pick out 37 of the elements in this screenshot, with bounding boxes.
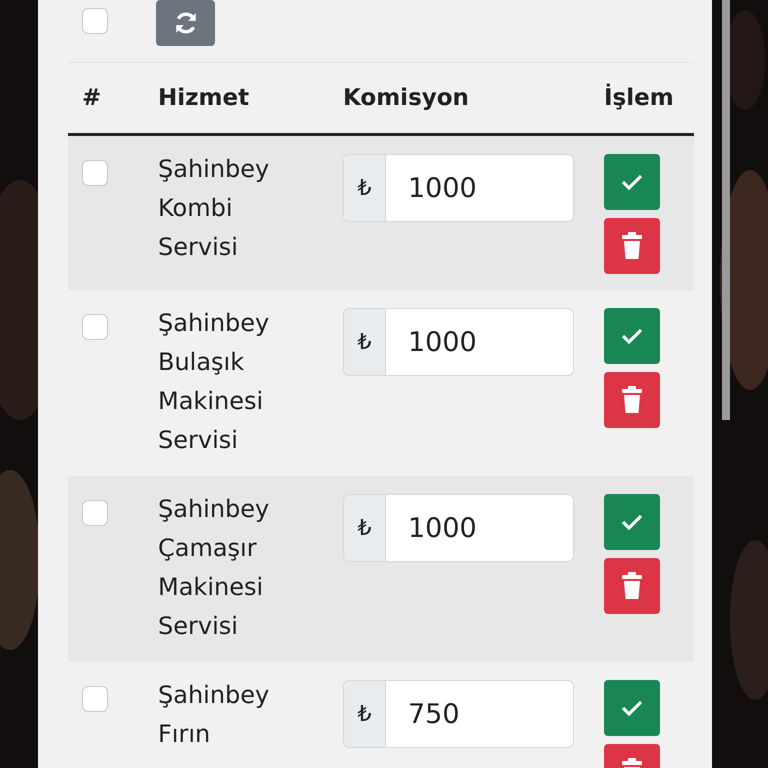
commission-field[interactable]: ₺ 1000: [343, 308, 574, 376]
save-button[interactable]: [604, 494, 660, 550]
check-icon: [620, 512, 644, 532]
delete-button[interactable]: [604, 558, 660, 614]
trash-icon: [621, 232, 643, 260]
check-icon: [620, 698, 644, 718]
trash-icon: [621, 572, 643, 600]
column-header: İşlem: [604, 85, 675, 111]
save-button[interactable]: [604, 308, 660, 364]
check-icon: [620, 172, 644, 192]
refresh-button[interactable]: [156, 0, 215, 46]
select-all-checkbox[interactable]: [82, 8, 108, 34]
currency-prefix: ₺: [344, 155, 386, 221]
delete-button[interactable]: [604, 372, 660, 428]
currency-prefix: ₺: [344, 495, 386, 561]
row-checkbox[interactable]: [82, 160, 108, 186]
commission-field[interactable]: ₺ 750: [343, 680, 574, 748]
scrollbar[interactable]: [722, 0, 730, 420]
row-checkbox[interactable]: [82, 314, 108, 340]
trash-icon: [621, 386, 643, 414]
currency-prefix: ₺: [344, 309, 386, 375]
column-header: Hizmet: [158, 85, 250, 111]
currency-prefix: ₺: [344, 681, 386, 747]
check-icon: [620, 326, 644, 346]
commission-field[interactable]: ₺ 1000: [343, 494, 574, 562]
service-name: Şahinbey Çamaşır Makinesi Servisi: [158, 494, 270, 642]
row-checkbox[interactable]: [82, 500, 108, 526]
row-checkbox[interactable]: [82, 686, 108, 712]
service-name: Şahinbey Bulaşık Makinesi Servisi: [158, 308, 270, 456]
save-button[interactable]: [604, 680, 660, 736]
column-header: #: [81, 85, 102, 111]
save-button[interactable]: [604, 154, 660, 210]
commission-field[interactable]: ₺ 1000: [343, 154, 574, 222]
service-name: Şahinbey Kombi Servisi: [158, 154, 270, 263]
column-header: Komisyon: [343, 85, 470, 111]
service-name: Şahinbey Fırın: [158, 680, 270, 750]
delete-button[interactable]: [604, 218, 660, 274]
